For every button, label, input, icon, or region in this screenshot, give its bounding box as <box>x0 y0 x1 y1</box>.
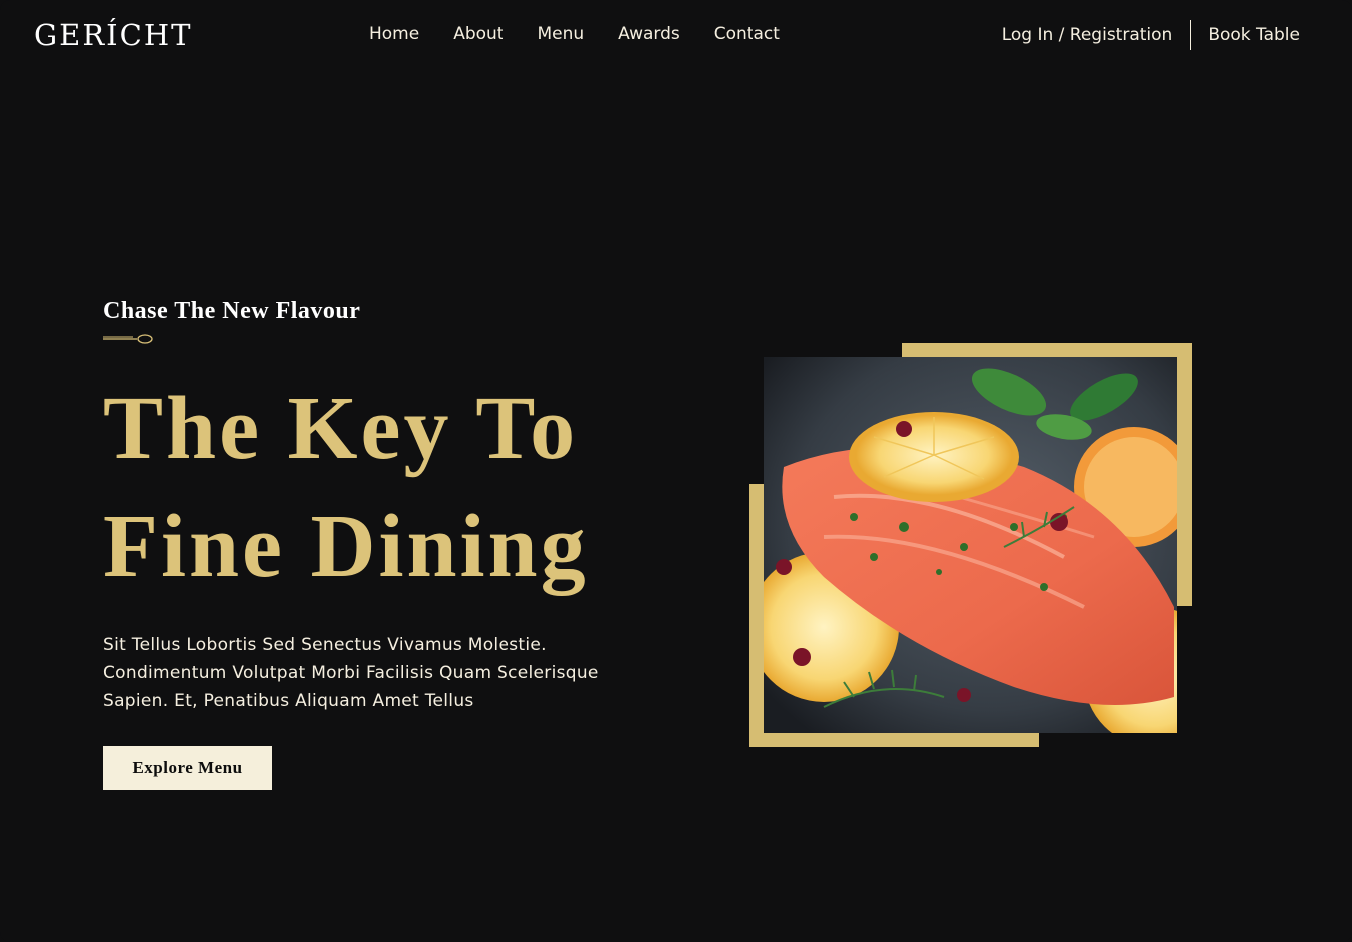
hero-description: Sit Tellus Lobortis Sed Senectus Vivamus… <box>103 635 599 711</box>
book-table-link[interactable]: Book Table <box>1208 25 1300 45</box>
page: GERÍCHT Home About Menu Awards Contact L… <box>0 0 1352 942</box>
login-registration-link[interactable]: Log In / Registration <box>1002 25 1173 45</box>
logo[interactable]: GERÍCHT <box>34 18 192 52</box>
headline-line-1: The Key To <box>103 379 579 478</box>
headline-line-2: Fine Dining <box>103 497 589 596</box>
nav-about[interactable]: About <box>453 24 503 44</box>
nav-divider <box>1190 20 1192 50</box>
salmon-dish-image <box>764 357 1177 733</box>
nav-actions: Log In / Registration Book Table <box>1002 20 1300 50</box>
explore-menu-button[interactable]: Explore Menu <box>103 746 272 790</box>
nav-menu[interactable]: Menu <box>537 24 584 44</box>
main-nav: Home About Menu Awards Contact <box>352 24 797 44</box>
nav-awards[interactable]: Awards <box>618 24 680 44</box>
nav-contact[interactable]: Contact <box>714 24 780 44</box>
spoon-icon <box>103 334 153 344</box>
hero-headline: The Key To Fine Dining <box>103 370 589 606</box>
nav-home[interactable]: Home <box>369 24 419 44</box>
hero-subtitle: Chase The New Flavour <box>103 298 361 324</box>
